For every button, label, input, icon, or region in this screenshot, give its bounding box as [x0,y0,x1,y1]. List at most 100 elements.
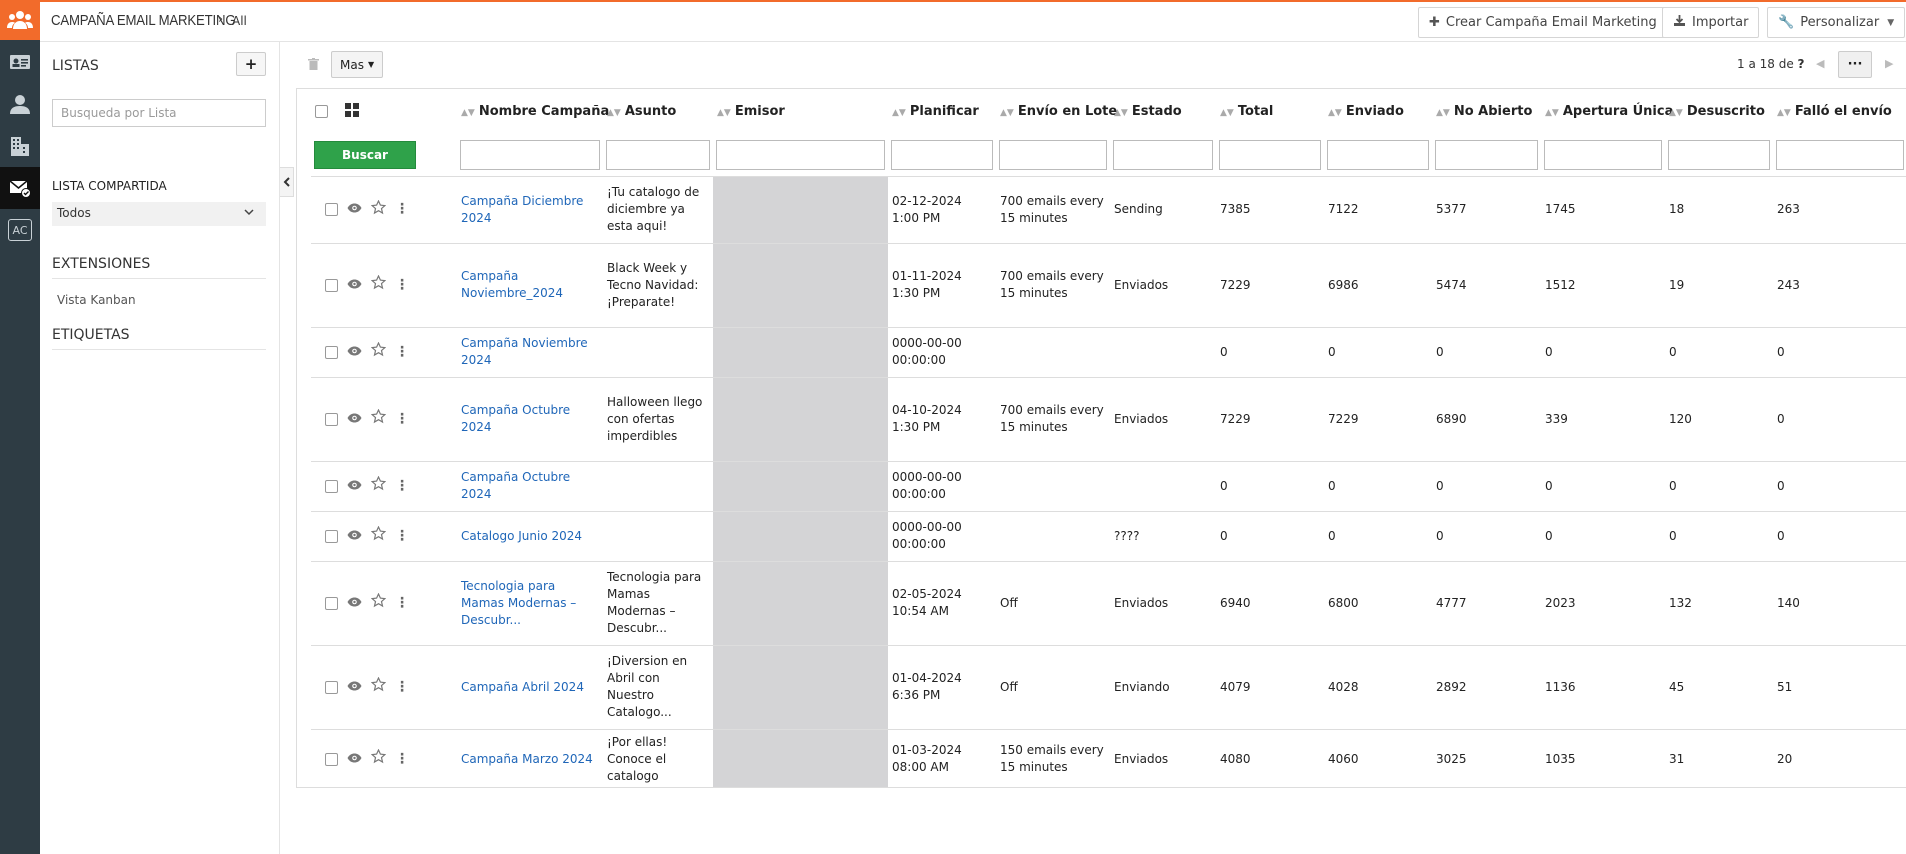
row-checkbox[interactable] [325,752,338,766]
column-header-sent[interactable]: ▲▼ Enviado [1324,89,1432,134]
eye-icon[interactable] [347,679,362,696]
campaign-name-link[interactable]: Campaña Marzo 2024 [461,752,593,766]
breadcrumb-view[interactable]: All [232,14,247,28]
star-icon[interactable] [370,274,387,295]
filter-batch-input[interactable] [999,139,1107,170]
column-header-total[interactable]: ▲▼ Total [1216,89,1324,134]
column-header-batch[interactable]: ▲▼ Envío en Lote [996,89,1117,134]
more-vertical-icon[interactable]: ⋮ [395,679,409,696]
user-icon[interactable] [0,83,40,125]
collapse-sidebar-chevron-icon[interactable] [280,167,294,197]
row-checkbox[interactable] [325,680,338,694]
table-row[interactable]: ⋮ Tecnologia para Mamas Modernas – Descub… [311,561,1906,646]
kanban-view-link[interactable]: Vista Kanban [57,293,136,307]
row-checkbox[interactable] [325,412,338,426]
more-vertical-icon[interactable]: ⋮ [395,344,409,361]
list-options-button[interactable]: ··· [1838,51,1872,78]
more-vertical-icon[interactable]: ⋮ [395,751,409,768]
eye-icon[interactable] [347,201,362,218]
more-vertical-icon[interactable]: ⋮ [395,595,409,612]
column-chooser-icon[interactable] [344,102,359,121]
table-row[interactable]: ⋮ Campaña Abril 2024 ¡Diversion en Abril c… [311,645,1906,730]
campaign-name-link[interactable]: Campaña Abril 2024 [461,680,584,694]
table-row[interactable]: ⋮ Catalogo Junio 2024 0000-00-00 00:00:00?… [311,511,1906,562]
column-header-status[interactable]: ▲▼ Estado [1110,89,1216,134]
eye-icon[interactable] [347,344,362,361]
campaign-name-link[interactable]: Catalogo Junio 2024 [461,529,582,543]
trash-icon[interactable] [308,58,319,74]
row-checkbox[interactable] [325,203,338,216]
more-actions-dropdown[interactable]: Mas ▼ [331,51,384,78]
table-row[interactable]: ⋮ Campaña Noviembre_2024 Black Week y Tecn… [311,243,1906,328]
star-icon[interactable] [370,748,387,769]
column-header-schedule[interactable]: ▲▼ Planificar [888,89,996,134]
star-icon[interactable] [370,592,387,613]
filter-unique-open-input[interactable] [1544,139,1662,170]
row-checkbox[interactable] [325,278,338,292]
customize-button[interactable]: 🔧 Personalizar ▼ [1767,7,1906,38]
star-icon[interactable] [370,199,387,220]
pagination-total[interactable]: ? [1798,57,1805,71]
eye-icon[interactable] [347,595,362,612]
filter-schedule-input[interactable] [891,139,993,170]
campaign-name-link[interactable]: Campaña Diciembre 2024 [461,194,583,225]
more-vertical-icon[interactable]: ⋮ [395,411,409,428]
add-list-button[interactable]: + [236,52,266,76]
star-icon[interactable] [370,525,387,546]
column-header-unique-open[interactable]: ▲▼ Apertura Única [1541,89,1673,134]
more-vertical-icon[interactable]: ⋮ [395,528,409,545]
shared-list-select[interactable]: Todos [52,202,266,226]
eye-icon[interactable] [347,528,362,545]
campaign-name-link[interactable]: Campaña Octubre 2024 [461,470,570,501]
campaign-name-link[interactable]: Campaña Noviembre 2024 [461,336,588,367]
table-row[interactable]: ⋮ Campaña Noviembre 2024 0000-00-00 00:00:… [311,327,1906,378]
previous-page-icon[interactable]: ◀ [1816,57,1824,70]
table-row[interactable]: ⋮ Campaña Diciembre 2024 ¡Tu catalogo de d… [311,176,1906,244]
column-header-sender[interactable]: ▲▼ Emisor [713,89,888,134]
next-page-icon[interactable]: ▶ [1885,57,1893,70]
breadcrumb-module[interactable]: CAMPAÑA EMAIL MARKETING [51,12,236,29]
eye-icon[interactable] [347,277,362,294]
more-vertical-icon[interactable]: ⋮ [395,201,409,218]
table-row[interactable]: ⋮ Campaña Octubre 2024 Halloween llego con… [311,377,1906,462]
filter-failed-input[interactable] [1776,139,1904,170]
star-icon[interactable] [370,341,387,362]
campaign-name-link[interactable]: Campaña Noviembre_2024 [461,269,563,300]
building-icon[interactable] [0,125,40,167]
filter-unopened-input[interactable] [1435,139,1538,170]
import-button[interactable]: Importar [1662,7,1760,38]
column-header-unopened[interactable]: ▲▼ No Abierto [1432,89,1541,134]
star-icon[interactable] [370,676,387,697]
app-logo-icon[interactable] [0,0,40,40]
search-button[interactable]: Buscar [314,140,416,169]
campaign-name-link[interactable]: Tecnologia para Mamas Modernas – Descubr… [461,579,576,627]
contact-card-icon[interactable] [0,41,40,83]
row-checkbox[interactable] [325,345,338,359]
filter-unsubscribed-input[interactable] [1668,139,1770,170]
column-header-subject[interactable]: ▲▼ Asunto [603,89,713,134]
star-icon[interactable] [370,475,387,496]
filter-name-input[interactable] [460,139,600,170]
campaign-name-link[interactable]: Campaña Octubre 2024 [461,403,570,434]
table-row[interactable]: ⋮ Campaña Marzo 2024 ¡Por ellas! Conoce el… [311,729,1906,787]
filter-subject-input[interactable] [606,139,710,170]
column-header-name[interactable]: ▲▼ Nombre Campaña [457,89,609,134]
star-icon[interactable] [370,408,387,429]
table-row[interactable]: ⋮ Campaña Octubre 2024 0000-00-00 00:00:00… [311,461,1906,512]
more-vertical-icon[interactable]: ⋮ [395,277,409,294]
filter-sent-input[interactable] [1327,139,1429,170]
eye-icon[interactable] [347,751,362,768]
column-header-unsubscribed[interactable]: ▲▼ Desuscrito [1665,89,1773,134]
filter-sender-input[interactable] [716,139,885,170]
email-campaign-icon[interactable] [0,167,40,209]
column-header-failed[interactable]: ▲▼ Falló el envío [1773,89,1906,134]
list-search-input[interactable] [52,99,266,127]
row-checkbox[interactable] [325,479,338,493]
select-all-checkbox[interactable] [315,105,328,118]
more-vertical-icon[interactable]: ⋮ [395,478,409,495]
row-checkbox[interactable] [325,596,338,610]
eye-icon[interactable] [347,411,362,428]
filter-status-input[interactable] [1113,139,1213,170]
row-checkbox[interactable] [325,529,338,543]
eye-icon[interactable] [347,478,362,495]
